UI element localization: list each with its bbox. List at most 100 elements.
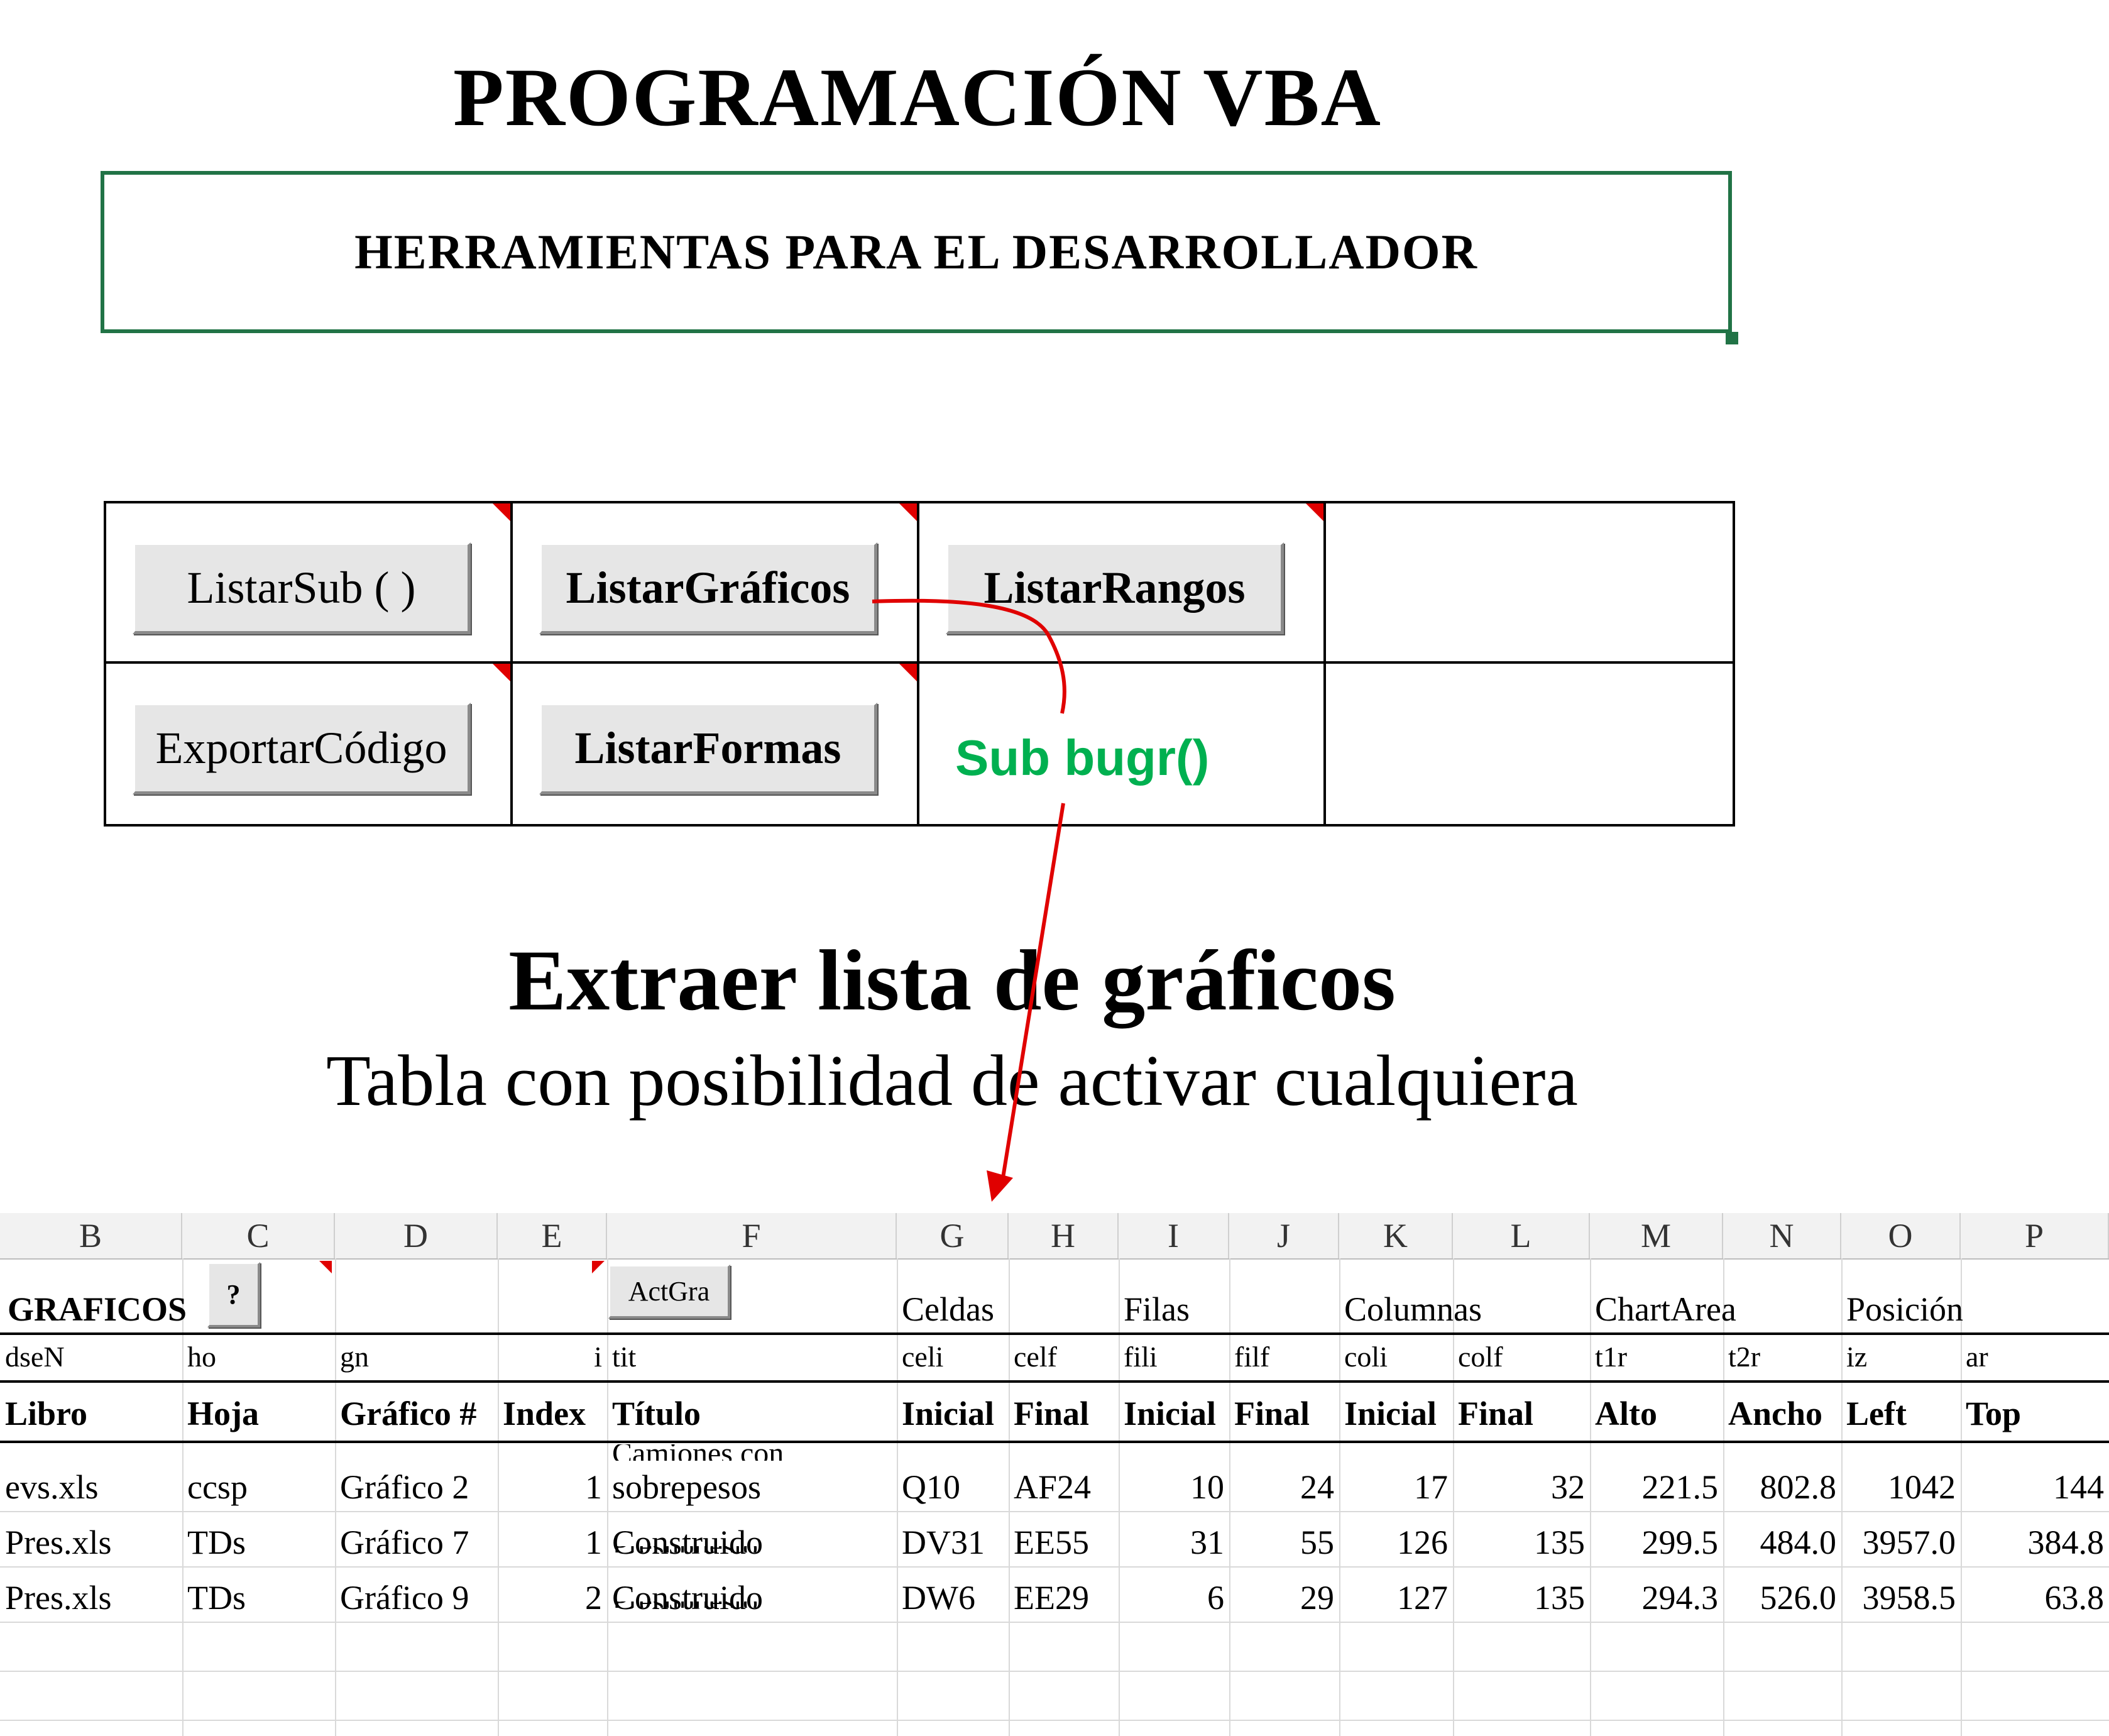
table-cell[interactable]: Gráfico 9 — [335, 1578, 498, 1617]
table-cell[interactable]: 55 — [1229, 1523, 1339, 1562]
listar-graficos-button[interactable]: ListarGráficos — [539, 542, 877, 634]
help-button[interactable]: ? — [207, 1262, 260, 1327]
header-cell[interactable]: Hoja — [182, 1394, 264, 1433]
listar-rangos-button[interactable]: ListarRangos — [946, 542, 1284, 634]
column-header[interactable]: M — [1590, 1213, 1723, 1258]
table-cell[interactable]: 294.3 — [1590, 1578, 1723, 1617]
table-cell[interactable]: 126 — [1339, 1523, 1453, 1562]
table-cell[interactable]: 17 — [1339, 1468, 1453, 1507]
header-cell[interactable]: Gráfico # — [335, 1394, 481, 1433]
header-cell[interactable]: Inicial — [897, 1394, 999, 1433]
column-header[interactable]: J — [1229, 1213, 1339, 1258]
table-cell[interactable]: 3958.5 — [1841, 1578, 1961, 1617]
table-cell[interactable]: Gráfico 7 — [335, 1523, 498, 1562]
table-cell[interactable]: 484.0 — [1723, 1523, 1841, 1562]
table-cell[interactable]: EE29 — [1009, 1578, 1119, 1617]
comment-indicator-icon[interactable] — [493, 503, 510, 521]
table-cell[interactable]: 29 — [1229, 1578, 1339, 1617]
table-cell[interactable]: 384.8 — [1961, 1523, 2109, 1562]
header-cell[interactable]: Top — [1961, 1394, 2026, 1433]
header-cell[interactable]: Ancho — [1723, 1394, 1827, 1433]
table-cell[interactable]: Gráfico 2 — [335, 1468, 498, 1507]
table-cell[interactable]: AF24 — [1009, 1468, 1119, 1507]
comment-indicator-icon[interactable] — [899, 503, 917, 521]
column-header[interactable]: H — [1009, 1213, 1119, 1258]
table-cell[interactable]: 24 — [1229, 1468, 1339, 1507]
header-cell[interactable]: Título — [607, 1394, 706, 1433]
table-cell[interactable]: 2 — [498, 1578, 607, 1617]
column-header[interactable]: E — [498, 1213, 607, 1258]
var-name-cell[interactable]: celf — [1009, 1338, 1062, 1376]
table-cell[interactable]: ccsp — [182, 1468, 335, 1507]
var-name-cell[interactable]: iz — [1841, 1338, 1872, 1376]
table-cell[interactable]: 31 — [1119, 1523, 1229, 1562]
actgra-button[interactable]: ActGra — [608, 1265, 730, 1319]
table-cell[interactable]: 32 — [1453, 1468, 1590, 1507]
var-name-cell[interactable]: tit — [607, 1338, 641, 1376]
header-cell[interactable]: Alto — [1590, 1394, 1662, 1433]
var-name-cell[interactable]: gn — [335, 1338, 374, 1376]
table-cell[interactable]: 127 — [1339, 1578, 1453, 1617]
table-cell[interactable]: 63.8 — [1961, 1578, 2109, 1617]
column-header[interactable]: G — [897, 1213, 1009, 1258]
table-cell[interactable]: 10 — [1119, 1468, 1229, 1507]
listar-formas-button[interactable]: ListarFormas — [539, 703, 877, 794]
column-header[interactable]: L — [1453, 1213, 1590, 1258]
header-cell[interactable]: Final — [1453, 1394, 1538, 1433]
column-header[interactable]: O — [1841, 1213, 1961, 1258]
table-cell[interactable]: 144 — [1961, 1468, 2109, 1507]
table-cell[interactable]: 802.8 — [1723, 1468, 1841, 1507]
comment-indicator-icon[interactable] — [899, 664, 917, 681]
listar-sub-button[interactable]: ListarSub ( ) — [133, 542, 471, 634]
table-cell[interactable]: 135 — [1453, 1578, 1590, 1617]
header-cell[interactable]: Inicial — [1119, 1394, 1221, 1433]
column-header[interactable]: K — [1339, 1213, 1453, 1258]
comment-indicator-icon[interactable] — [319, 1261, 332, 1273]
var-name-cell[interactable]: filf — [1229, 1338, 1274, 1376]
column-header[interactable]: F — [607, 1213, 897, 1258]
comment-indicator-icon[interactable] — [592, 1261, 605, 1273]
var-name-cell[interactable]: t1r — [1590, 1338, 1632, 1376]
exportar-codigo-button[interactable]: ExportarCódigo — [133, 703, 471, 794]
column-header[interactable]: N — [1723, 1213, 1841, 1258]
var-name-cell[interactable]: fili — [1119, 1338, 1163, 1376]
table-cell[interactable]: 526.0 — [1723, 1578, 1841, 1617]
column-header[interactable]: D — [335, 1213, 498, 1258]
table-cell[interactable]: EE55 — [1009, 1523, 1119, 1562]
column-header[interactable]: P — [1961, 1213, 2109, 1258]
table-cell[interactable]: Construido — [607, 1523, 897, 1562]
var-name-cell[interactable]: ho — [182, 1338, 221, 1376]
table-cell[interactable]: 299.5 — [1590, 1523, 1723, 1562]
table-cell[interactable]: TDs — [182, 1523, 335, 1562]
header-cell[interactable]: Inicial — [1339, 1394, 1442, 1433]
table-cell[interactable]: 3957.0 — [1841, 1523, 1961, 1562]
table-cell[interactable]: TDs — [182, 1578, 335, 1617]
var-name-cell[interactable]: coli — [1339, 1338, 1393, 1376]
var-name-cell[interactable]: i — [498, 1338, 607, 1376]
table-cell[interactable]: 1042 — [1841, 1468, 1961, 1507]
var-name-cell[interactable]: t2r — [1723, 1338, 1765, 1376]
table-cell[interactable]: evs.xls — [0, 1468, 182, 1507]
table-cell[interactable]: 221.5 — [1590, 1468, 1723, 1507]
table-cell[interactable]: Pres.xls — [0, 1523, 182, 1562]
header-cell[interactable]: Final — [1009, 1394, 1094, 1433]
comment-indicator-icon[interactable] — [1306, 503, 1323, 521]
table-cell[interactable]: DW6 — [897, 1578, 1009, 1617]
column-header[interactable]: B — [0, 1213, 182, 1258]
table-cell[interactable]: sobrepesos — [607, 1468, 897, 1507]
table-cell[interactable]: 1 — [498, 1523, 607, 1562]
column-header[interactable]: I — [1119, 1213, 1229, 1258]
table-cell[interactable]: Q10 — [897, 1468, 1009, 1507]
header-cell[interactable]: Final — [1229, 1394, 1315, 1433]
var-name-cell[interactable]: celi — [897, 1338, 948, 1376]
var-name-cell[interactable]: ar — [1961, 1338, 1993, 1376]
var-name-cell[interactable]: colf — [1453, 1338, 1508, 1376]
var-name-cell[interactable]: dseN — [0, 1338, 70, 1376]
table-cell[interactable]: DV31 — [897, 1523, 1009, 1562]
column-header[interactable]: C — [182, 1213, 335, 1258]
table-cell[interactable]: Construido — [607, 1578, 897, 1617]
comment-indicator-icon[interactable] — [493, 664, 510, 681]
table-cell[interactable]: Pres.xls — [0, 1578, 182, 1617]
resize-handle[interactable] — [1726, 332, 1738, 344]
table-cell[interactable]: 135 — [1453, 1523, 1590, 1562]
